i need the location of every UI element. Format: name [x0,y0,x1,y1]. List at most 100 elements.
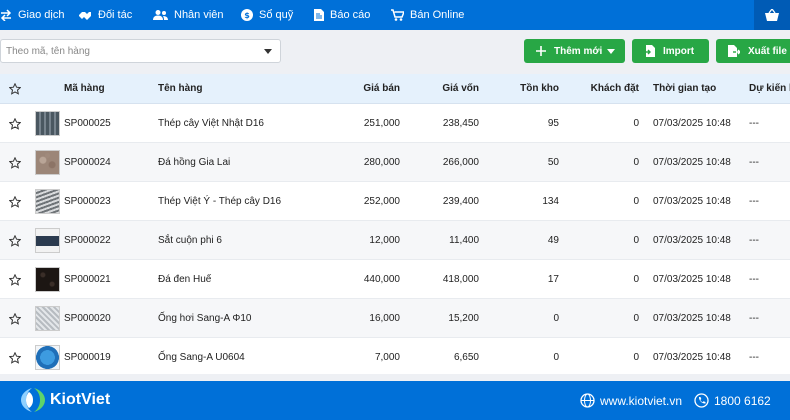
product-thumbnail [35,111,60,136]
cell-created: 07/03/2025 10:48 [653,274,731,285]
star-outline-icon[interactable] [9,83,21,95]
nav-item-label: Nhân viên [174,9,224,21]
nav-item-label: Báo cáo [330,9,371,21]
cell-expected: --- [749,118,759,129]
cell-expected: --- [749,352,759,363]
product-thumbnail [35,150,60,175]
search-box[interactable] [0,39,281,63]
header-name[interactable]: Tên hàng [158,74,202,104]
import-button[interactable]: Import [632,39,709,63]
cell-ordered: 0 [633,157,639,168]
cell-code: SP000024 [64,157,111,168]
nav-item-online-sales[interactable]: Bán Online [391,0,464,30]
header-created[interactable]: Thời gian tạo [653,74,716,104]
star-outline-icon[interactable] [9,274,21,286]
cell-ordered: 0 [633,118,639,129]
cell-created: 07/03/2025 10:48 [653,313,731,324]
cell-name: Ống hơi Sang-A Φ10 [158,313,252,324]
nav-item-staff[interactable]: Nhân viên [153,0,224,30]
nav-item-label: Đối tác [98,9,133,21]
product-thumbnail [35,306,60,331]
toolbar: Thêm mới Import Xuất file [0,30,790,74]
dollar-circle-icon: $ [241,9,253,21]
shopping-basket-icon [765,9,779,21]
cell-ordered: 0 [633,196,639,207]
nav-item-transactions[interactable]: Giao dịch [0,0,64,30]
phone-icon [694,393,709,408]
star-outline-icon[interactable] [9,352,21,364]
cell-name: Đá đen Huế [158,274,212,285]
cell-expected: --- [749,196,759,207]
star-outline-icon[interactable] [9,235,21,247]
kiotviet-logo-icon [21,388,45,412]
nav-item-cashbook[interactable]: $ Sổ quỹ [241,0,293,30]
brand-logo: KiotViet [20,388,110,412]
product-thumbnail [35,267,60,292]
header-expected[interactable]: Dự kiến hết hàng [749,74,790,104]
table-row[interactable]: SP000024 Đá hồng Gia Lai 280,000 266,000… [0,143,790,182]
chevron-down-icon [607,48,616,54]
star-outline-icon[interactable] [9,313,21,325]
chevron-down-icon[interactable] [264,49,272,54]
cell-name: Thép Việt Ý - Thép cây D16 [158,196,282,207]
cell-ordered: 0 [633,352,639,363]
star-outline-icon[interactable] [9,157,21,169]
product-table: Mã hàng Tên hàng Giá bán Giá vốn Tồn kho… [0,74,790,374]
export-file-label: Xuất file [748,45,787,57]
cell-name: Sắt cuộn phi 6 [158,235,222,246]
product-thumbnail [35,189,60,214]
cell-expected: --- [749,274,759,285]
nav-item-partners[interactable]: Đối tác [78,0,132,30]
website-text: www.kiotviet.vn [600,393,683,408]
cell-name: Ống Sang-A U0604 [158,352,245,363]
export-file-icon [728,45,740,57]
import-file-icon [644,45,655,57]
cell-ordered: 0 [633,274,639,285]
nav-item-reports[interactable]: Báo cáo [314,0,370,30]
cell-ordered: 0 [633,235,639,246]
header-code[interactable]: Mã hàng [64,74,105,104]
cell-expected: --- [749,157,759,168]
table-row[interactable]: SP000023 Thép Việt Ý - Thép cây D16 252,… [0,182,790,221]
svg-text:$: $ [244,11,250,20]
product-thumbnail [35,345,60,370]
handshake-icon [79,12,91,20]
header-ordered[interactable]: Khách đặt [539,74,639,104]
table-row[interactable]: SP000019 Ống Sang-A U0604 7,000 6,650 0 … [0,338,790,374]
report-document-icon [314,9,324,21]
cell-created: 07/03/2025 10:48 [653,196,731,207]
cell-name: Đá hồng Gia Lai [158,157,231,168]
table-row[interactable]: SP000020 Ống hơi Sang-A Φ10 16,000 15,20… [0,299,790,338]
transfer-arrows-icon [0,9,12,21]
table-row[interactable]: SP000021 Đá đen Huế 440,000 418,000 17 0… [0,260,790,299]
search-input[interactable] [1,40,251,62]
cell-name: Thép cây Việt Nhật D16 [158,118,264,129]
product-thumbnail [35,228,60,253]
cell-code: SP000019 [64,352,111,363]
cell-code: SP000020 [64,313,111,324]
nav-item-label: Sổ quỹ [259,9,294,21]
cell-created: 07/03/2025 10:48 [653,352,731,363]
website-link[interactable]: www.kiotviet.vn [580,381,682,420]
brand-name: KiotViet [50,391,111,408]
cell-ordered: 0 [633,313,639,324]
export-file-button[interactable]: Xuất file [716,39,790,63]
table-header: Mã hàng Tên hàng Giá bán Giá vốn Tồn kho… [0,74,790,104]
cell-code: SP000021 [64,274,111,285]
top-navigation: Giao dịch Đối tác Nhân viên $ Sổ quỹ Báo… [0,0,790,30]
add-new-button[interactable]: Thêm mới [524,39,625,63]
star-outline-icon[interactable] [9,196,21,208]
cell-code: SP000023 [64,196,111,207]
cell-code: SP000025 [64,118,111,129]
cell-code: SP000022 [64,235,111,246]
star-outline-icon[interactable] [9,118,21,130]
plus-icon [536,46,546,56]
cell-created: 07/03/2025 10:48 [653,157,731,168]
table-row[interactable]: SP000025 Thép cây Việt Nhật D16 251,000 … [0,104,790,143]
basket-button[interactable] [754,0,790,30]
cart-icon [391,9,404,21]
phone-link[interactable]: 1800 6162 [694,381,771,420]
phone-text: 1800 6162 [714,393,771,408]
cell-expected: --- [749,313,759,324]
table-row[interactable]: SP000022 Sắt cuộn phi 6 12,000 11,400 49… [0,221,790,260]
